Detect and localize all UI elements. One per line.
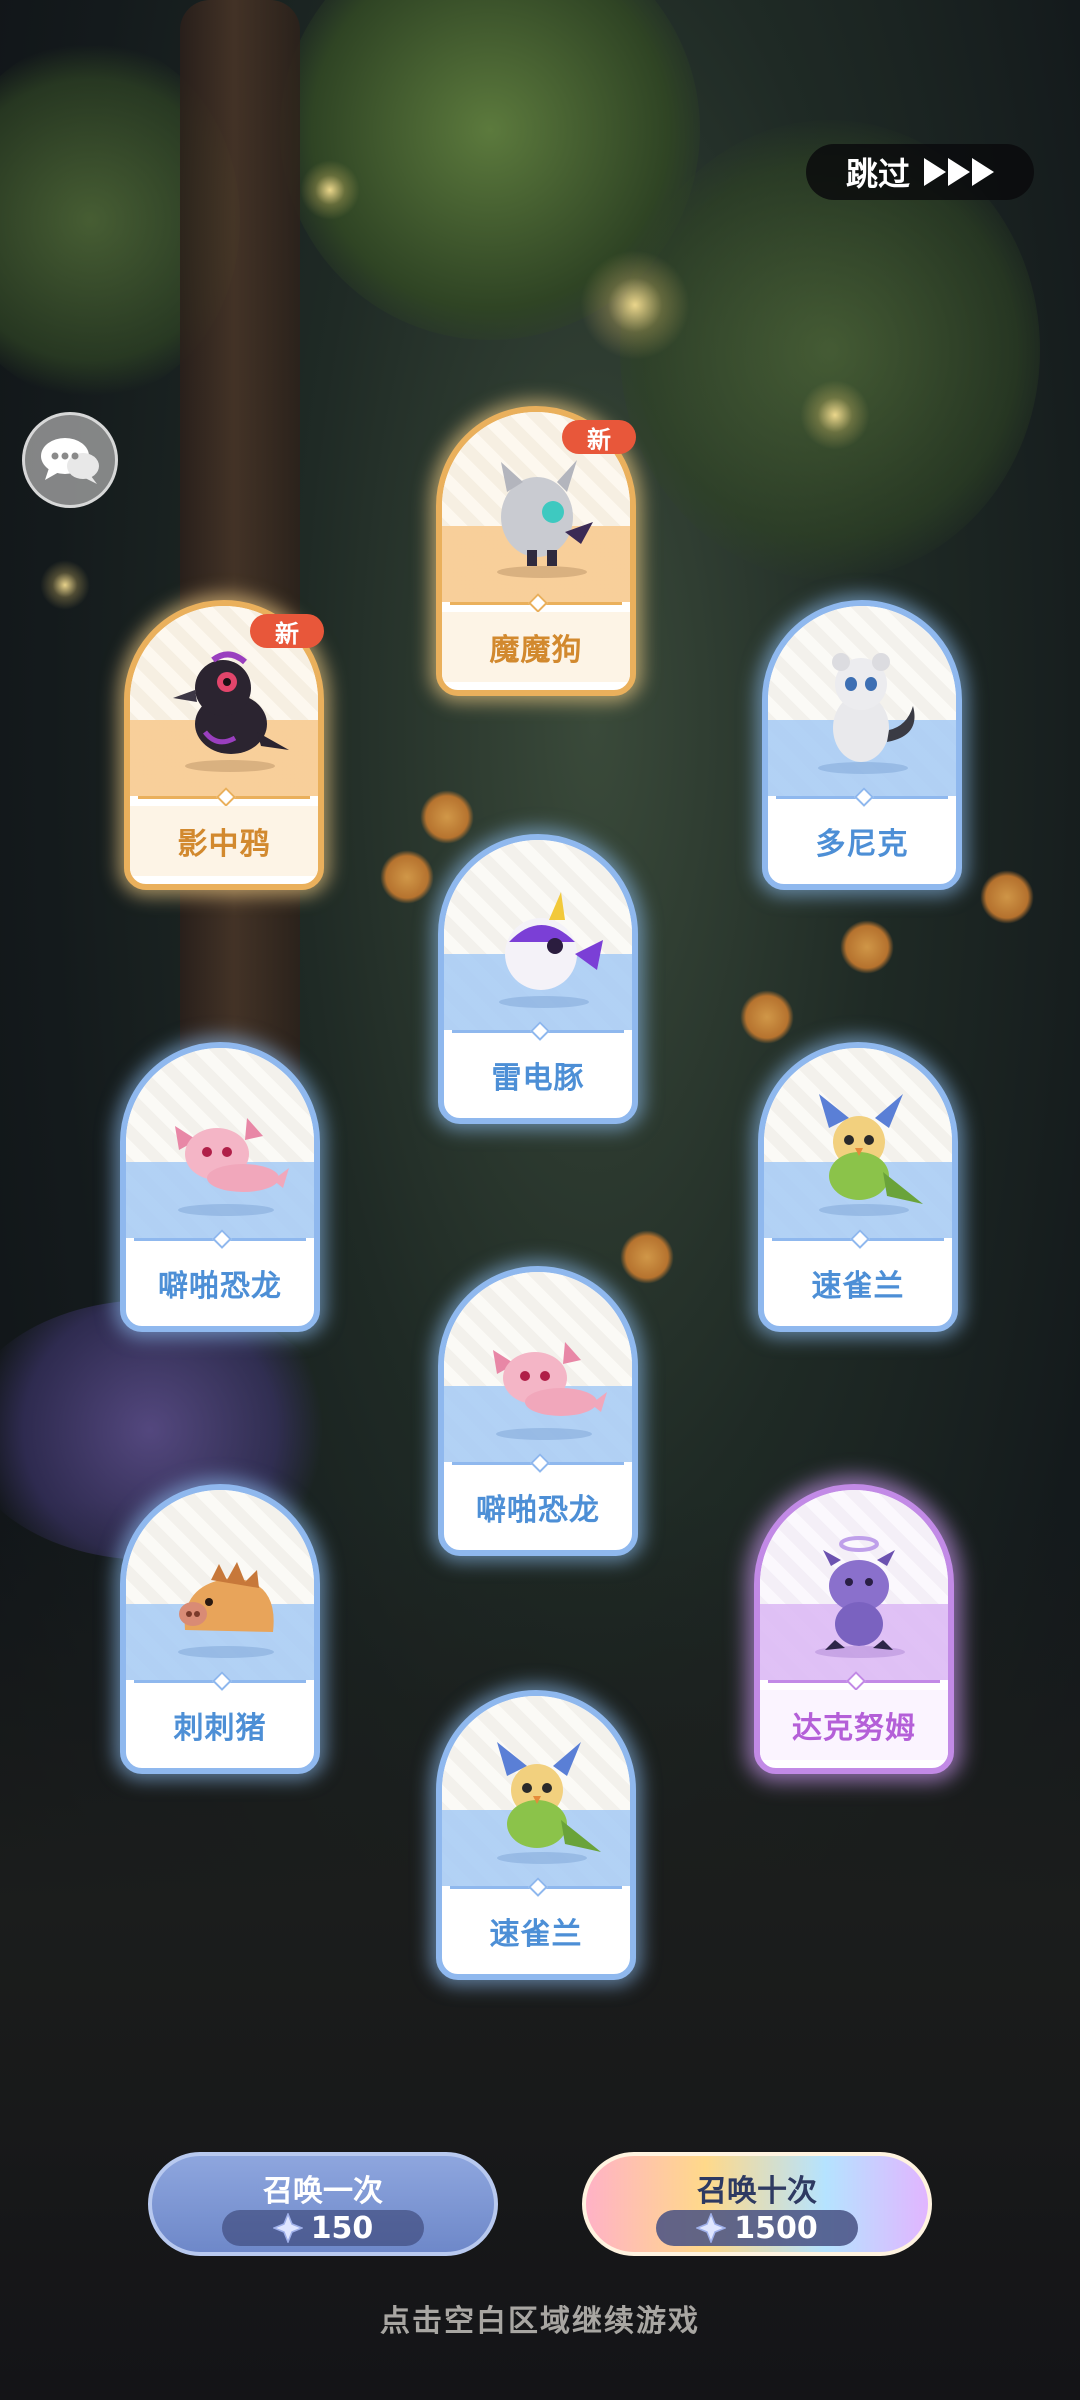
summon-ten-button[interactable]: 召唤十次 1500: [582, 2152, 932, 2256]
star-crystal-icon: [272, 2213, 303, 2243]
creature-name: 速雀兰: [811, 1269, 905, 1304]
result-card[interactable]: 达克努姆: [754, 1484, 954, 1774]
result-card[interactable]: 噼啪恐龙: [438, 1266, 638, 1556]
summon-once-label: 召唤一次: [263, 2174, 383, 2209]
new-badge: 新: [250, 614, 324, 648]
creature-name: 噼啪恐龙: [158, 1269, 282, 1304]
cost-pill: 1500: [656, 2210, 858, 2246]
puffer-fish-creature-icon: [499, 892, 603, 1008]
creature-name: 魔魔狗: [442, 612, 630, 682]
cost-pill: 150: [222, 2210, 424, 2246]
green-bird-creature-icon: [819, 1094, 923, 1216]
creature-name: 达克努姆: [760, 1690, 948, 1760]
creature-name: 速雀兰: [489, 1917, 583, 1952]
shadow-dog-creature-icon: [497, 460, 593, 578]
crow-creature-icon: [173, 651, 289, 772]
result-card[interactable]: 雷电豚: [438, 834, 638, 1124]
skip-button[interactable]: 跳过: [806, 144, 1034, 200]
result-card[interactable]: 刺刺猪: [120, 1484, 320, 1774]
chat-button[interactable]: [22, 412, 118, 508]
skip-label: 跳过: [845, 155, 910, 193]
pink-axolotl-creature-icon: [493, 1342, 607, 1440]
star-crystal-icon: [696, 2213, 727, 2243]
summon-once-cost: 150: [310, 2210, 374, 2246]
summon-once-button[interactable]: 召唤一次 150: [148, 2152, 498, 2256]
chat-bubbles-icon: [41, 438, 99, 484]
result-card[interactable]: 多尼克: [762, 600, 962, 890]
new-badge: 新: [562, 420, 636, 454]
creature-name: 噼啪恐龙: [476, 1493, 600, 1528]
result-card[interactable]: 噼啪恐龙: [120, 1042, 320, 1332]
continue-hint[interactable]: 点击空白区域继续游戏: [0, 2296, 1080, 2340]
boar-creature-icon: [178, 1562, 274, 1658]
creature-name: 刺刺猪: [173, 1711, 267, 1746]
summon-ten-cost: 1500: [734, 2210, 818, 2246]
summon-ten-label: 召唤十次: [697, 2174, 817, 2209]
creature-name: 雷电豚: [491, 1061, 585, 1096]
result-card[interactable]: 速雀兰: [758, 1042, 958, 1332]
green-bird-creature-icon: [497, 1742, 601, 1864]
creature-name: 多尼克: [815, 827, 909, 862]
fast-forward-icon: [924, 158, 994, 186]
pink-axolotl-creature-icon: [175, 1118, 289, 1216]
white-raccoon-creature-icon: [818, 653, 915, 774]
purple-imp-creature-icon: [815, 1536, 905, 1658]
result-card[interactable]: 速雀兰: [436, 1690, 636, 1980]
creature-name: 影中鸦: [130, 806, 318, 876]
